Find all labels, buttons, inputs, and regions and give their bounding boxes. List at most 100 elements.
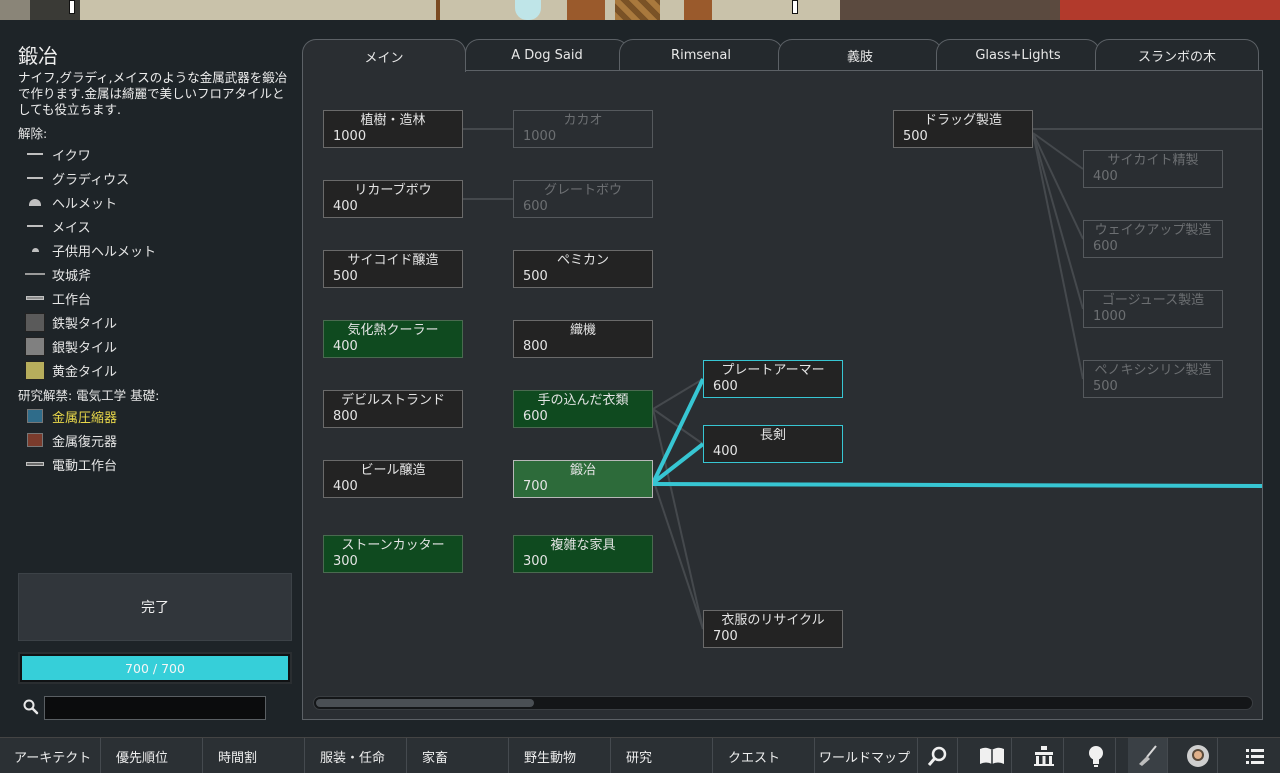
research-node-psychoid[interactable]: サイコイド醸造 500: [323, 250, 463, 288]
menu-icon: [1244, 746, 1266, 766]
child-helmet-icon: [24, 241, 46, 259]
unlock-item[interactable]: 子供用ヘルメット: [24, 240, 156, 260]
research-tree[interactable]: 植樹・造林 1000 リカーブボウ 400 サイコイド醸造 500 気化熱クーラー 400 デビ…: [302, 70, 1263, 720]
research-node-tree-planting[interactable]: 植樹・造林 1000: [323, 110, 463, 148]
research-node-cost: 600: [713, 379, 738, 394]
research-node-psychite[interactable]: サイカイト精製 400: [1083, 150, 1223, 188]
research-node-cost: 400: [333, 479, 358, 494]
research-window: 鍛冶 ナイフ,グラディ,メイスのような金属武器を鍛冶で作ります.金属は綺麗で美し…: [0, 20, 1280, 737]
research-node-name: ペミカン: [556, 253, 609, 268]
world-post: [792, 0, 798, 14]
research-node-cost: 300: [333, 554, 358, 569]
prereq-unlock-label: 金属復元器: [52, 434, 118, 450]
research-node-drug-production[interactable]: ドラッグ製造 500: [893, 110, 1033, 148]
astronaut-icon: [1185, 743, 1211, 769]
research-node-great-bow[interactable]: グレートボウ 600: [513, 180, 653, 218]
unlock-item-label: 鉄製タイル: [52, 316, 118, 332]
bottom-bar-button-4[interactable]: 家畜: [408, 738, 509, 773]
tab-1[interactable]: A Dog Said: [465, 39, 629, 71]
astronaut-icon-button[interactable]: [1178, 738, 1218, 773]
bottom-bar-button-3[interactable]: 服装・任命: [306, 738, 407, 773]
research-node-name: 手の込んだ衣類: [537, 393, 629, 408]
unlock-item[interactable]: 工作台: [24, 288, 91, 308]
project-title: 鍛冶: [18, 44, 58, 68]
bottom-bar-button-6[interactable]: 研究: [612, 738, 713, 773]
unlock-item-label: 子供用ヘルメット: [52, 244, 157, 260]
research-node-longsword[interactable]: 長剣 400: [703, 425, 843, 463]
tree-horizontal-scrollbar[interactable]: [313, 696, 1253, 710]
lightbulb-icon: [1085, 744, 1107, 768]
prereq-unlock-item[interactable]: 金属復元器: [24, 430, 117, 450]
research-node-devilstrand[interactable]: デビルストランド 800: [323, 390, 463, 428]
research-node-recurve-bow[interactable]: リカーブボウ 400: [323, 180, 463, 218]
axe-icon: [24, 265, 46, 283]
research-node-cost: 400: [333, 199, 358, 214]
research-node-penoxycyline[interactable]: ペノキシシリン製造 500: [1083, 360, 1223, 398]
research-node-cost: 700: [713, 629, 738, 644]
tab-5[interactable]: スランボの木: [1095, 39, 1259, 71]
research-node-name: 複雑な家具: [550, 538, 616, 553]
broom-icon-button[interactable]: [1128, 738, 1168, 773]
project-description: ナイフ,グラディ,メイスのような金属武器を鍛冶で作ります.金属は綺麗で美しいフロ…: [18, 70, 288, 117]
project-info-panel: 鍛冶 ナイフ,グラディ,メイスのような金属武器を鍛冶で作ります.金属は綺麗で美し…: [0, 20, 300, 737]
research-node-complex-clothing[interactable]: 手の込んだ衣類 600: [513, 390, 653, 428]
bottom-bar-button-1[interactable]: 優先順位: [102, 738, 203, 773]
research-node-beer[interactable]: ビール醸造 400: [323, 460, 463, 498]
tab-2[interactable]: Rimsenal: [619, 39, 783, 71]
research-node-stonecutter[interactable]: ストーンカッター 300: [323, 535, 463, 573]
research-node-cost: 400: [1093, 169, 1118, 184]
research-node-name: ドラッグ製造: [923, 113, 1002, 128]
tile-icon: [24, 312, 46, 332]
research-node-cocoa[interactable]: カカオ 1000: [513, 110, 653, 148]
compressor-icon: [24, 407, 46, 425]
unlock-item[interactable]: グラディウス: [24, 168, 129, 188]
research-node-name: デビルストランド: [340, 393, 445, 408]
lightbulb-icon-button[interactable]: [1076, 738, 1116, 773]
book-icon-button[interactable]: [972, 738, 1012, 773]
scrollbar-thumb[interactable]: [316, 699, 534, 707]
research-node-cost: 1000: [333, 129, 367, 144]
unlock-item[interactable]: 鉄製タイル: [24, 312, 117, 332]
research-node-name: サイコイド醸造: [347, 253, 439, 268]
unlock-item[interactable]: 銀製タイル: [24, 336, 117, 356]
research-node-smithing[interactable]: 鍛冶 700: [513, 460, 653, 498]
unlock-item-label: 銀製タイル: [52, 340, 118, 356]
unlock-item-label: ヘルメット: [52, 196, 118, 212]
bottom-bar-button-0[interactable]: アーキテクト: [0, 738, 101, 773]
research-node-gojuice[interactable]: ゴージュース製造 1000: [1083, 290, 1223, 328]
research-node-plate-armor[interactable]: プレートアーマー 600: [703, 360, 843, 398]
prereq-unlock-item[interactable]: 電動工作台: [24, 454, 117, 474]
tab-0[interactable]: メイン: [302, 39, 466, 72]
world-wall: [0, 0, 30, 20]
research-node-pemmican[interactable]: ペミカン 500: [513, 250, 653, 288]
prereq-unlock-item[interactable]: 金属圧縮器: [24, 406, 117, 426]
unlock-item[interactable]: メイス: [24, 216, 91, 236]
research-progress-bar: 700 / 700: [18, 652, 292, 684]
research-node-complex-furniture[interactable]: 複雑な家具 300: [513, 535, 653, 573]
research-node-name: 長剣: [759, 428, 786, 443]
research-node-loom[interactable]: 織機 800: [513, 320, 653, 358]
research-node-cooler[interactable]: 気化熱クーラー 400: [323, 320, 463, 358]
unlock-item[interactable]: 黄金タイル: [24, 360, 117, 380]
complete-button[interactable]: 完了: [18, 573, 292, 641]
research-tabs: メイン A Dog Said Rimsenal 義肢 Glass+Lights スランボの…: [302, 39, 1262, 72]
menu-icon-button[interactable]: [1230, 738, 1280, 773]
research-search-input[interactable]: [44, 696, 266, 720]
research-node-name: カカオ: [563, 113, 603, 128]
bottom-bar-button-8[interactable]: ワールドマップ: [816, 738, 918, 773]
tab-3[interactable]: 義肢: [778, 39, 942, 71]
faction-icon-button[interactable]: [1024, 738, 1064, 773]
bottom-bar-button-2[interactable]: 時間割: [204, 738, 305, 773]
unlock-item[interactable]: イクワ: [24, 144, 91, 164]
bottom-bar-button-7[interactable]: クエスト: [714, 738, 815, 773]
connector-line-highlight: [652, 482, 1262, 488]
tab-4[interactable]: Glass+Lights: [936, 39, 1100, 71]
bottom-bar-button-5[interactable]: 野生動物: [510, 738, 611, 773]
research-node-cost: 500: [523, 269, 548, 284]
research-node-wakeup[interactable]: ウェイクアップ製造 600: [1083, 220, 1223, 258]
research-node-recycle[interactable]: 衣服のリサイクル 700: [703, 610, 843, 648]
unlock-item[interactable]: ヘルメット: [24, 192, 117, 212]
unlock-item[interactable]: 攻城斧: [24, 264, 91, 284]
helmet-icon: [24, 193, 46, 211]
search-icon-button[interactable]: [918, 738, 958, 773]
